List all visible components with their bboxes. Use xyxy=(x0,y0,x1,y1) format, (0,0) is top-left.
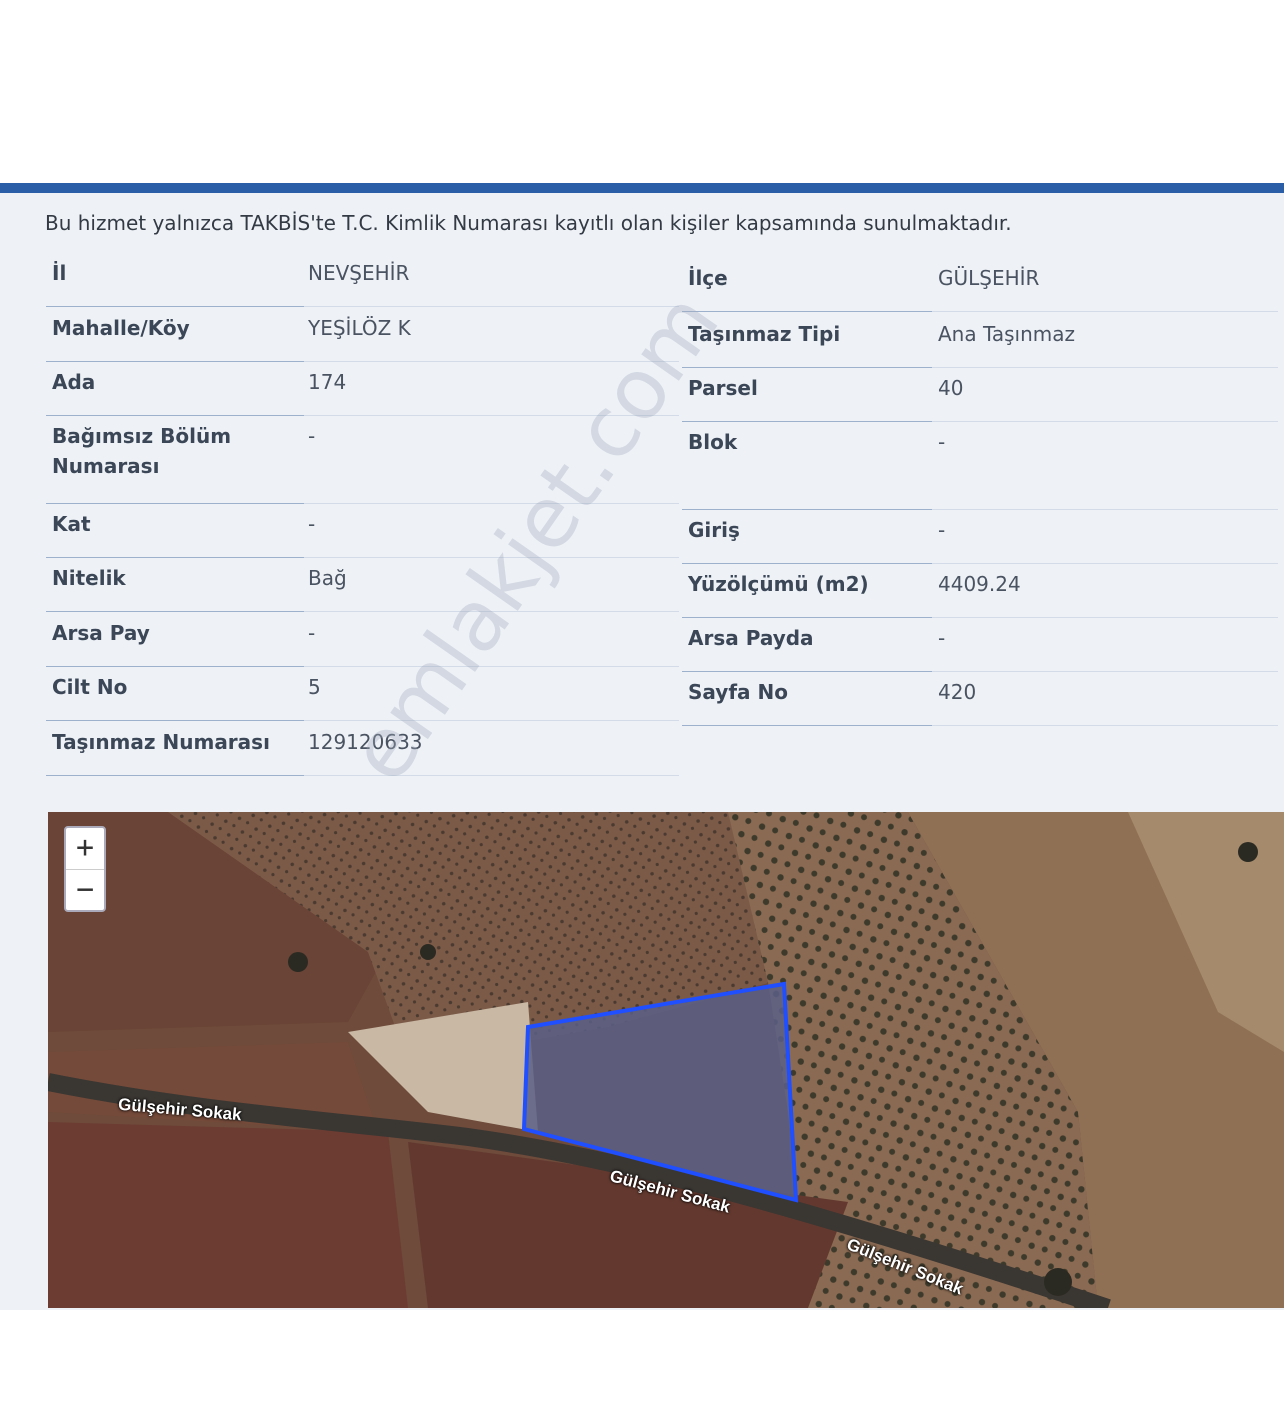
field-value: Bağ xyxy=(308,566,347,590)
field-value: 5 xyxy=(308,675,321,699)
zoom-in-button[interactable]: + xyxy=(66,828,104,870)
row-divider xyxy=(682,671,932,672)
field-label: Yüzölçümü (m2) xyxy=(688,572,869,596)
field-label: Nitelik xyxy=(52,566,126,590)
row-divider xyxy=(46,306,304,307)
row-divider xyxy=(682,311,932,312)
field-value: - xyxy=(938,626,946,650)
row-divider xyxy=(932,311,1278,312)
field-label: Sayfa No xyxy=(688,680,788,704)
top-bar xyxy=(0,183,1284,193)
field-value: Ana Taşınmaz xyxy=(938,322,1076,346)
field-label: Parsel xyxy=(688,376,758,400)
field-label: Taşınmaz Numarası xyxy=(52,730,270,754)
field-value: - xyxy=(308,424,316,448)
field-label: Giriş xyxy=(688,518,740,542)
row-divider xyxy=(46,775,304,776)
row-divider xyxy=(304,503,679,504)
field-value: 174 xyxy=(308,370,347,394)
field-value: YEŞİLÖZ K xyxy=(308,316,411,340)
row-divider xyxy=(46,720,304,721)
row-divider xyxy=(932,725,1278,726)
row-divider xyxy=(46,557,304,558)
field-value: 420 xyxy=(938,680,977,704)
row-divider xyxy=(932,563,1278,564)
row-divider xyxy=(932,509,1278,510)
field-label: Kat xyxy=(52,512,91,536)
field-value: 40 xyxy=(938,376,964,400)
row-divider xyxy=(682,725,932,726)
field-label: İlçe xyxy=(688,266,728,290)
field-value: - xyxy=(308,621,316,645)
service-notice: Bu hizmet yalnızca TAKBİS'te T.C. Kimlik… xyxy=(45,211,1012,235)
field-label: Arsa Pay xyxy=(52,621,150,645)
row-divider xyxy=(682,367,932,368)
field-label: Arsa Payda xyxy=(688,626,814,650)
row-divider xyxy=(682,509,932,510)
field-label: Ada xyxy=(52,370,96,394)
row-divider xyxy=(46,361,304,362)
field-value: - xyxy=(938,430,946,454)
row-divider xyxy=(46,666,304,667)
row-divider xyxy=(682,421,932,422)
field-value: - xyxy=(938,518,946,542)
row-divider xyxy=(46,415,304,416)
zoom-control: + − xyxy=(64,826,106,912)
row-divider xyxy=(682,563,932,564)
field-label: Cilt No xyxy=(52,675,128,699)
row-divider xyxy=(932,367,1278,368)
field-value: GÜLŞEHİR xyxy=(938,266,1040,290)
row-divider xyxy=(46,611,304,612)
row-divider xyxy=(682,617,932,618)
row-divider xyxy=(932,421,1278,422)
satellite-imagery xyxy=(48,812,1284,1308)
row-divider xyxy=(304,306,679,307)
zoom-out-button[interactable]: − xyxy=(66,870,104,911)
row-divider xyxy=(932,671,1278,672)
field-label: İl xyxy=(52,261,67,285)
field-value: - xyxy=(308,512,316,536)
field-label: Bağımsız Bölüm Numarası xyxy=(52,424,232,478)
row-divider xyxy=(46,503,304,504)
field-label: Blok xyxy=(688,430,738,454)
parcel-map[interactable]: + − Gülşehir Sokak Gülşehir Sokak Gülşeh… xyxy=(48,812,1284,1308)
field-value: 4409.24 xyxy=(938,572,1021,596)
field-value: NEVŞEHİR xyxy=(308,261,410,285)
row-divider xyxy=(304,775,679,776)
field-label: Mahalle/Köy xyxy=(52,316,190,340)
row-divider xyxy=(932,617,1278,618)
